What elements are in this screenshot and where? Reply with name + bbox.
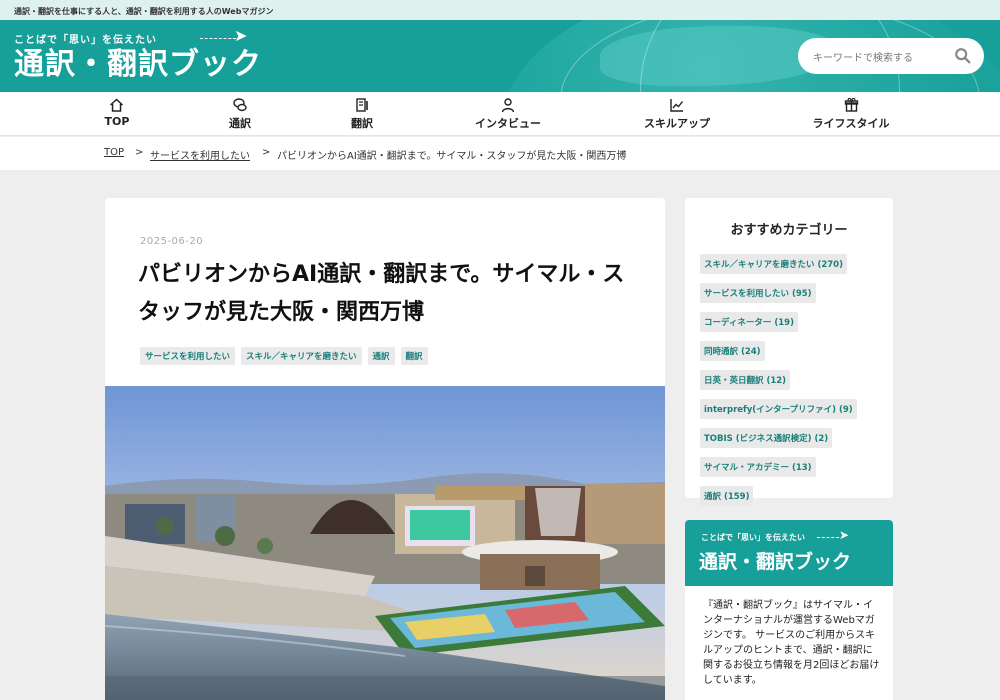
breadcrumb: TOP > サービスを利用したい > パビリオンからAI通訳・翻訳まで。サイマル… bbox=[0, 137, 1000, 170]
article-date: 2025-06-20 bbox=[140, 236, 204, 247]
breadcrumb-separator: > bbox=[135, 147, 144, 158]
recommended-categories-panel: おすすめカテゴリー スキル／キャリアを磨きたい (270) サービスを利用したい… bbox=[685, 198, 893, 506]
article-tag[interactable]: スキル／キャリアを磨きたい bbox=[241, 347, 362, 365]
site-description: 通訳・翻訳を仕事にする人と、通訳・翻訳を利用する人のWebマガジン bbox=[0, 0, 1000, 20]
breadcrumb-top-link[interactable]: TOP bbox=[104, 147, 124, 158]
category-chip[interactable]: 通訳 (159) bbox=[700, 486, 754, 506]
article-tags: サービスを利用したい スキル／キャリアを磨きたい 通訳 翻訳 bbox=[140, 344, 434, 365]
article-card: 2025-06-20 パビリオンからAI通訳・翻訳まで。サイマル・スタッフが見た… bbox=[105, 198, 665, 700]
category-chip[interactable]: interprefy(インタープリファイ) (9) bbox=[700, 399, 857, 419]
sidebar-title: おすすめカテゴリー bbox=[730, 223, 848, 238]
main-nav: TOP 通訳 翻訳 インタビュー スキルアップ ライフスタイル bbox=[0, 92, 1000, 136]
category-chip[interactable]: サイマル・アカデミー (13) bbox=[700, 457, 816, 477]
paper-plane-icon: ➤ bbox=[839, 528, 850, 542]
search-input[interactable]: キーワードで検索する bbox=[813, 49, 913, 64]
nav-item-lifestyle[interactable]: ライフスタイル bbox=[813, 97, 890, 131]
flight-path-line bbox=[817, 537, 839, 538]
category-chip[interactable]: TOBIS (ビジネス通訳検定) (2) bbox=[700, 428, 833, 448]
article-title: パビリオンからAI通訳・翻訳まで。サイマル・スタッフが見た大阪・関西万博 bbox=[138, 262, 625, 325]
site-logo[interactable]: 通訳・翻訳ブック bbox=[14, 48, 262, 81]
nav-item-skillup[interactable]: スキルアップ bbox=[644, 97, 710, 131]
category-chip[interactable]: コーディネーター (19) bbox=[700, 312, 798, 332]
about-logo: 通訳・翻訳ブック bbox=[699, 551, 852, 573]
article-tag[interactable]: 翻訳 bbox=[400, 347, 428, 365]
nav-label: TOP bbox=[104, 115, 130, 128]
nav-item-top[interactable]: TOP bbox=[104, 97, 130, 131]
breadcrumb-category-link[interactable]: サービスを利用したい bbox=[150, 147, 250, 162]
person-icon bbox=[501, 98, 515, 113]
site-header: ことばで「思い」を伝えたい ➤ 通訳・翻訳ブック キーワードで検索する bbox=[0, 20, 1000, 92]
article-hero-image bbox=[105, 386, 665, 700]
category-chip[interactable]: 日英・英日翻訳 (12) bbox=[700, 370, 791, 390]
about-panel: ことばで「思い」を伝えたい ➤ 通訳・翻訳ブック 『通訳・翻訳ブック』はサイマル… bbox=[685, 520, 893, 700]
speech-bubbles-icon bbox=[233, 98, 247, 112]
nav-item-interview[interactable]: インタビュー bbox=[475, 97, 541, 131]
article-tag[interactable]: サービスを利用したい bbox=[140, 347, 236, 365]
category-chip[interactable]: サービスを利用したい (95) bbox=[700, 283, 816, 303]
chart-up-icon bbox=[670, 99, 684, 112]
about-description: 『通訳・翻訳ブック』はサイマル・インターナショナルが運営するWebマガジンです。… bbox=[703, 600, 880, 686]
breadcrumb-separator: > bbox=[262, 147, 271, 158]
breadcrumb-current: パビリオンからAI通訳・翻訳まで。サイマル・スタッフが見た大阪・関西万博 bbox=[277, 151, 627, 162]
search-icon[interactable] bbox=[954, 47, 972, 65]
nav-label: 翻訳 bbox=[351, 117, 373, 130]
flight-path-line bbox=[200, 38, 236, 39]
nav-item-translation[interactable]: 翻訳 bbox=[351, 97, 373, 131]
home-icon bbox=[110, 98, 124, 112]
gift-icon bbox=[844, 97, 858, 112]
nav-label: 通訳 bbox=[229, 117, 251, 130]
category-chip[interactable]: スキル／キャリアを磨きたい (270) bbox=[700, 254, 847, 274]
category-list: スキル／キャリアを磨きたい (270) サービスを利用したい (95) コーディ… bbox=[700, 252, 885, 513]
header-tagline: ことばで「思い」を伝えたい bbox=[14, 35, 157, 46]
document-pen-icon bbox=[356, 98, 368, 112]
nav-item-interpretation[interactable]: 通訳 bbox=[229, 97, 251, 131]
about-tagline: ことばで「思い」を伝えたい bbox=[701, 533, 805, 542]
nav-label: ライフスタイル bbox=[812, 117, 890, 130]
about-banner: ことばで「思い」を伝えたい ➤ 通訳・翻訳ブック bbox=[685, 520, 893, 586]
paper-plane-icon: ➤ bbox=[234, 26, 248, 45]
expo-photo bbox=[105, 386, 665, 700]
article-tag[interactable]: 通訳 bbox=[367, 347, 395, 365]
category-chip[interactable]: 同時通訳 (24) bbox=[700, 341, 765, 361]
nav-label: スキルアップ bbox=[644, 117, 710, 130]
search-box[interactable]: キーワードで検索する bbox=[798, 38, 984, 74]
nav-label: インタビュー bbox=[475, 117, 541, 130]
